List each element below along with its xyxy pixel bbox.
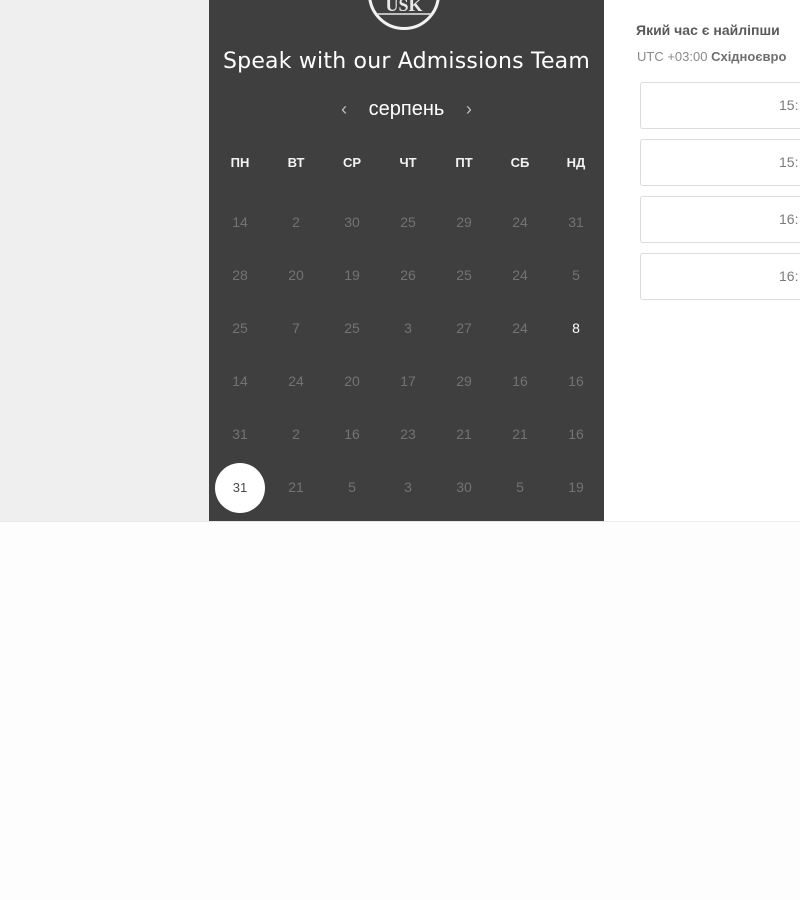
weekday-label: ВТ: [287, 155, 305, 170]
panel-title: Speak with our Admissions Team: [222, 49, 590, 74]
calendar-day[interactable]: 29: [436, 196, 492, 249]
calendar-day[interactable]: 5: [492, 461, 548, 514]
calendar-day[interactable]: 21: [492, 408, 548, 461]
calendar-day[interactable]: 23: [380, 408, 436, 461]
calendar-day[interactable]: 25: [212, 302, 268, 355]
calendar-day[interactable]: 25: [436, 249, 492, 302]
calendar-day[interactable]: 19: [324, 249, 380, 302]
weekday-header: ПН ВТ СР ЧТ ПТ СБ НД: [212, 152, 604, 174]
calendar-day[interactable]: 24: [268, 355, 324, 408]
calendar-day[interactable]: 17: [380, 355, 436, 408]
calendar-day[interactable]: 8: [548, 302, 604, 355]
selected-day[interactable]: 31: [215, 463, 265, 513]
calendar-grid: 14 2 30 25 29 24 31 28 20 19 26 25 24 5 25 7 25 3 27 24 8 14 2…: [212, 196, 604, 514]
calendar-day[interactable]: 27: [436, 302, 492, 355]
calendar-day[interactable]: 29: [436, 355, 492, 408]
calendar-week: 31 21 5 3 30 5 19: [212, 461, 604, 514]
calendar-day[interactable]: 2: [268, 196, 324, 249]
calendar-week: 31 2 16 23 21 21 16: [212, 408, 604, 461]
time-question: Який час є найліпши: [636, 22, 780, 38]
calendar-day[interactable]: 14: [212, 196, 268, 249]
calendar-week: 28 20 19 26 25 24 5: [212, 249, 604, 302]
calendar-day[interactable]: 19: [548, 461, 604, 514]
time-slot-label: 16:: [779, 211, 799, 227]
school-logo: USK: [368, 0, 440, 30]
calendar-day[interactable]: 3: [380, 302, 436, 355]
calendar-week: 14 2 30 25 29 24 31: [212, 196, 604, 249]
calendar-day[interactable]: 25: [324, 302, 380, 355]
calendar-day[interactable]: 24: [492, 196, 548, 249]
calendar-day[interactable]: 30: [436, 461, 492, 514]
chevron-right-icon[interactable]: ›: [460, 96, 478, 122]
weekday-label: ПТ: [455, 155, 473, 170]
month-label: серпень: [368, 98, 445, 120]
calendar-day[interactable]: 24: [492, 249, 548, 302]
calendar-day[interactable]: 16: [492, 355, 548, 408]
calendar-day[interactable]: 28: [212, 249, 268, 302]
calendar-day[interactable]: 26: [380, 249, 436, 302]
logo-text: USK: [385, 0, 423, 15]
weekday-label: СР: [342, 155, 362, 170]
calendar-day[interactable]: 7: [268, 302, 324, 355]
chevron-left-icon[interactable]: ‹: [335, 96, 353, 122]
calendar-day[interactable]: 16: [548, 408, 604, 461]
timezone-info: UTC +03:00 Східноєвро: [637, 49, 786, 64]
calendar-day[interactable]: 20: [268, 249, 324, 302]
calendar-day[interactable]: 24: [492, 302, 548, 355]
calendar-day[interactable]: 31: [212, 461, 268, 514]
calendar-day[interactable]: 16: [548, 355, 604, 408]
weekday-label: НД: [566, 155, 586, 170]
time-slot-label: 15:: [779, 97, 799, 113]
calendar-day[interactable]: 16: [324, 408, 380, 461]
calendar-week: 14 24 20 17 29 16 16: [212, 355, 604, 408]
calendar-day[interactable]: 5: [324, 461, 380, 514]
calendar-day[interactable]: 3: [380, 461, 436, 514]
calendar-day[interactable]: 2: [268, 408, 324, 461]
calendar-week: 25 7 25 3 27 24 8: [212, 302, 604, 355]
calendar-day[interactable]: 20: [324, 355, 380, 408]
calendar-day[interactable]: 5: [548, 249, 604, 302]
calendar-day[interactable]: 21: [268, 461, 324, 514]
time-slot-button[interactable]: 16:: [640, 253, 800, 300]
timezone-offset: UTC +03:00: [637, 49, 708, 64]
timezone-name[interactable]: Східноєвро: [711, 49, 786, 64]
calendar-day[interactable]: 31: [548, 196, 604, 249]
time-slot-label: 15:: [779, 154, 799, 170]
time-slot-label: 16:: [779, 268, 799, 284]
calendar-day[interactable]: 21: [436, 408, 492, 461]
time-slot-button[interactable]: 15:: [640, 82, 800, 129]
month-navigation: ‹ серпень ›: [209, 96, 604, 124]
weekday-label: ПН: [230, 155, 250, 170]
time-slot-button[interactable]: 15:: [640, 139, 800, 186]
calendar-day[interactable]: 30: [324, 196, 380, 249]
calendar-panel: USK Speak with our Admissions Team ‹ сер…: [209, 0, 604, 521]
logo-underline: [377, 13, 431, 15]
weekday-label: ЧТ: [399, 155, 417, 170]
weekday-label: СБ: [510, 155, 530, 170]
time-slot-button[interactable]: 16:: [640, 196, 800, 243]
calendar-day[interactable]: 14: [212, 355, 268, 408]
calendar-day[interactable]: 25: [380, 196, 436, 249]
calendar-day[interactable]: 31: [212, 408, 268, 461]
